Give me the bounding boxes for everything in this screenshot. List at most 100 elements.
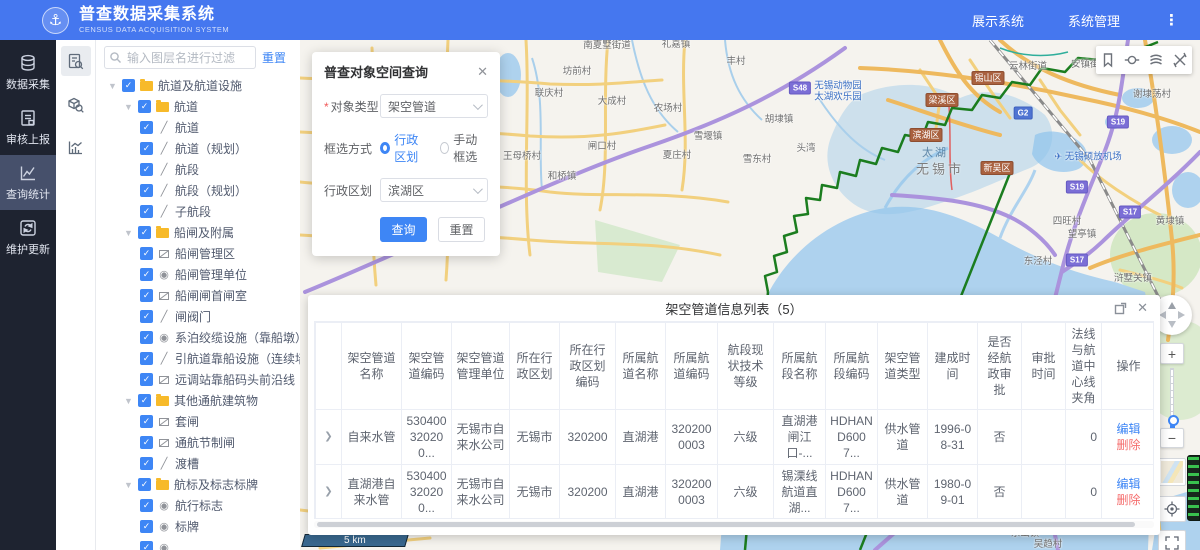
layer-checkbox[interactable]: ✓	[140, 331, 153, 344]
layer-tree-item[interactable]: ✓远调站靠船码头前沿线	[104, 369, 300, 390]
layer-checkbox[interactable]: ✓	[140, 205, 153, 218]
object-type-select[interactable]: 架空管道	[380, 94, 488, 118]
layer-tree-item[interactable]: ✓◉船闸管理单位	[104, 264, 300, 285]
layer-checkbox[interactable]: ✓	[140, 436, 153, 449]
layer-tree-item[interactable]: ✓╱航段（规划）	[104, 180, 300, 201]
layer-checkbox[interactable]: ✓	[140, 163, 153, 176]
layer-checkbox[interactable]: ✓	[138, 226, 151, 239]
layer-tree-item[interactable]: ✓◉标牌	[104, 516, 300, 537]
edit-link[interactable]: 编辑	[1116, 422, 1140, 436]
sidebar-item-collect[interactable]: 数据采集	[0, 45, 56, 100]
more-menu-icon[interactable]: ⋮	[1164, 11, 1180, 29]
row-expand-icon[interactable]: ❯	[316, 465, 342, 520]
layer-tree-item[interactable]: ✓╱航段	[104, 159, 300, 180]
caret-down-icon[interactable]: ▼	[108, 81, 117, 91]
radio-manual-box[interactable]: 手动框选	[440, 131, 488, 165]
query-button[interactable]: 查询	[380, 217, 427, 242]
layer-tree-item[interactable]: ▼✓航道及航道设施	[104, 75, 300, 96]
layer-filter-reset-link[interactable]: 重置	[262, 49, 286, 66]
radio-dot-icon	[380, 142, 390, 154]
layer-filter-input[interactable]	[104, 46, 256, 69]
layer-tree: ▼✓航道及航道设施▼✓航道✓╱航道✓╱航道（规划）✓╱航段✓╱航段（规划）✓╱子…	[104, 75, 300, 550]
table-cell: 1996-08-31	[928, 410, 978, 465]
pipeline-table: 架空管道名称架空管道编码架空管道管理单位所在行政区划所在行政区划编码所属航道名称…	[314, 321, 1154, 519]
layer-checkbox[interactable]: ✓	[138, 478, 151, 491]
layer-checkbox[interactable]: ✓	[140, 268, 153, 281]
layer-tree-item[interactable]: ▼ ✓ 航标及标志标牌	[104, 474, 300, 495]
layer-tree-item[interactable]: ✓╱子航段	[104, 201, 300, 222]
layer-checkbox[interactable]: ✓	[140, 373, 153, 386]
layer-checkbox[interactable]: ✓	[140, 541, 153, 550]
nav-display-system[interactable]: 展示系统	[972, 11, 1024, 30]
sidebar-item-maintain[interactable]: 维护更新	[0, 210, 56, 265]
folder-icon	[156, 396, 169, 406]
layer-tree-item[interactable]: ✓╱渡槽	[104, 453, 300, 474]
fullscreen-button[interactable]	[1158, 530, 1186, 550]
nav-system-management[interactable]: 系统管理	[1068, 11, 1120, 30]
layer-checkbox[interactable]: ✓	[140, 310, 153, 323]
zoom-in-button[interactable]: +	[1160, 343, 1184, 364]
layer-checkbox[interactable]: ✓	[140, 352, 153, 365]
layer-checkbox[interactable]: ✓	[122, 79, 135, 92]
scrollbar-thumb[interactable]	[317, 522, 1135, 527]
layers-icon[interactable]	[1148, 52, 1164, 68]
radio-admin-district[interactable]: 行政区划	[380, 131, 428, 165]
zoom-slider-knob[interactable]	[1168, 415, 1179, 426]
maximize-icon[interactable]	[1114, 302, 1127, 315]
delete-link[interactable]: 删除	[1116, 438, 1140, 452]
layer-tree-item[interactable]: ✓套闸	[104, 411, 300, 432]
layer-tree-item[interactable]: ✓船闸闸首闸室	[104, 285, 300, 306]
table-close-icon[interactable]: ✕	[1137, 301, 1148, 315]
layer-tree-item[interactable]: ✓╱航道	[104, 117, 300, 138]
layer-checkbox[interactable]: ✓	[140, 499, 153, 512]
layer-tree-item[interactable]: ▼✓航道	[104, 96, 300, 117]
stats-icon	[18, 163, 38, 183]
caret-down-icon[interactable]: ▼	[124, 228, 133, 238]
layer-tree-item[interactable]: ✓╱航道（规划）	[104, 138, 300, 159]
table-cell: 直湖港	[616, 465, 666, 520]
overview-map-button[interactable]	[1158, 458, 1186, 486]
layer-checkbox[interactable]: ✓	[140, 289, 153, 302]
table-cell: 供水管道	[878, 465, 928, 520]
layer-tree-item[interactable]: ✓船闸管理区	[104, 243, 300, 264]
layer-tree-item[interactable]: ✓◉航行标志	[104, 495, 300, 516]
rail-button-stat-chart[interactable]	[61, 132, 91, 162]
layer-tree-item[interactable]: ✓╱引航道靠船设施（连续墙式）	[104, 348, 300, 369]
layer-checkbox[interactable]: ✓	[140, 121, 153, 134]
measure-icon[interactable]	[1172, 52, 1188, 68]
edit-link[interactable]: 编辑	[1116, 477, 1140, 491]
select-node-icon[interactable]	[1124, 52, 1140, 68]
layer-checkbox[interactable]: ✓	[140, 142, 153, 155]
bookmark-icon[interactable]	[1100, 52, 1116, 68]
locate-button[interactable]	[1158, 496, 1186, 522]
layer-tree-item[interactable]: ▼✓其他通航建筑物	[104, 390, 300, 411]
layer-tree-item[interactable]: ✓◉系泊绞缆设施（靠船墩）	[104, 327, 300, 348]
caret-down-icon[interactable]: ▼	[124, 396, 133, 406]
layer-tree-item[interactable]: ✓◉	[104, 537, 300, 550]
map-area[interactable]: 南夏墅街道礼嘉镇丰村坊前村联庆村大成村农场村雪堰镇夏庄村闸口村王母桥村和桥镇雪东…	[300, 40, 1200, 550]
rail-button-cube-search[interactable]	[61, 89, 91, 119]
delete-link[interactable]: 删除	[1116, 493, 1140, 507]
district-select[interactable]: 滨湖区	[380, 178, 488, 202]
row-expand-icon[interactable]: ❯	[316, 410, 342, 465]
layer-tree-item[interactable]: ▼✓船闸及附属	[104, 222, 300, 243]
layer-label: 航标及标志标牌	[174, 476, 258, 493]
layer-checkbox[interactable]: ✓	[140, 457, 153, 470]
layer-tree-item[interactable]: ✓╱闸阀门	[104, 306, 300, 327]
layer-checkbox[interactable]: ✓	[138, 394, 151, 407]
layer-checkbox[interactable]: ✓	[140, 520, 153, 533]
zoom-out-button[interactable]: −	[1160, 428, 1184, 448]
sidebar-item-stats[interactable]: 查询统计	[0, 155, 56, 210]
caret-down-icon[interactable]: ▼	[124, 102, 133, 112]
sidebar-item-report[interactable]: 审核上报	[0, 100, 56, 155]
table-cell: 0	[1066, 465, 1102, 520]
caret-down-icon[interactable]: ▼	[124, 480, 133, 490]
layer-checkbox[interactable]: ✓	[140, 415, 153, 428]
reset-button[interactable]: 重置	[438, 217, 485, 242]
layer-checkbox[interactable]: ✓	[138, 100, 151, 113]
rail-button-doc-search[interactable]	[61, 46, 91, 76]
layer-checkbox[interactable]: ✓	[140, 184, 153, 197]
layer-checkbox[interactable]: ✓	[140, 247, 153, 260]
layer-tree-item[interactable]: ✓通航节制闸	[104, 432, 300, 453]
dialog-close-icon[interactable]: ✕	[477, 64, 488, 80]
